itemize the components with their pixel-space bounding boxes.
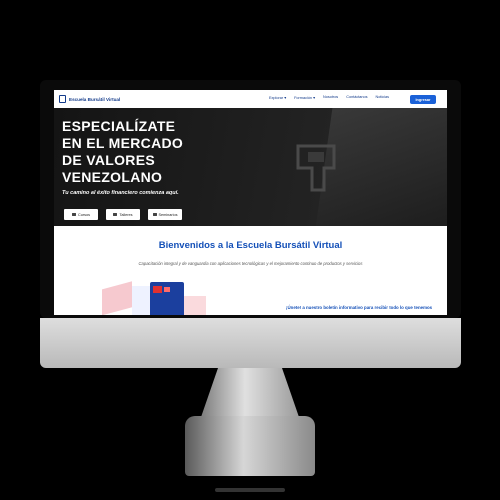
talleres-button[interactable]: Talleres bbox=[106, 209, 140, 220]
seminarios-label: Seminarios bbox=[158, 212, 178, 217]
menu-item-contactanos[interactable]: Contáctanos bbox=[346, 95, 367, 100]
hero-title-line: DE VALORES bbox=[62, 152, 155, 168]
laptop-icon bbox=[113, 213, 118, 216]
monitor-stand-foot bbox=[215, 488, 285, 492]
seminarios-button[interactable]: Seminarios bbox=[148, 209, 182, 220]
finance-illustration bbox=[102, 281, 206, 315]
hero-title-line: ESPECIALÍZATE bbox=[62, 118, 176, 134]
welcome-description: Capacitación integral y de vanguardia co… bbox=[138, 261, 363, 266]
monitor-screen: Escuela Bursátil Virtual Explorar ▾ Form… bbox=[54, 90, 447, 315]
brand-name: Escuela Bursátil Virtual bbox=[69, 96, 121, 102]
monitor-stand-neck bbox=[200, 368, 300, 420]
newsletter-text: ¡Únete! a nuestro boletín informativo pa… bbox=[286, 305, 433, 310]
menu-item-nosotros[interactable]: Nosotros bbox=[323, 95, 338, 100]
hero-buttons: Cursos Talleres Seminarios bbox=[64, 209, 182, 220]
top-navbar: Escuela Bursátil Virtual Explorar ▾ Form… bbox=[54, 90, 447, 108]
hero-title-line: EN EL MERCADO bbox=[62, 135, 184, 151]
presentation-icon bbox=[152, 213, 157, 216]
hero-title: ESPECIALÍZATE EN EL MERCADO DE VALORES V… bbox=[62, 118, 183, 186]
menu-item-formacion[interactable]: Formación ▾ bbox=[294, 95, 315, 100]
site-logo[interactable]: Escuela Bursátil Virtual bbox=[59, 95, 120, 103]
hero-title-line: VENEZOLANO bbox=[62, 169, 163, 185]
menu-item-noticias[interactable]: Noticias bbox=[376, 95, 390, 100]
hero-banner: ESPECIALÍZATE EN EL MERCADO DE VALORES V… bbox=[54, 108, 447, 226]
welcome-title: Bienvenidos a la Escuela Bursátil Virtua… bbox=[158, 240, 343, 251]
cursos-button[interactable]: Cursos bbox=[64, 209, 98, 220]
menu-item-explorar[interactable]: Explorar ▾ bbox=[269, 95, 286, 100]
cursos-label: Cursos bbox=[77, 212, 91, 217]
building-logo-icon bbox=[296, 144, 336, 192]
hero-subtitle: Tu camino al éxito financiero comienza a… bbox=[62, 190, 179, 196]
main-menu: Explorar ▾ Formación ▾ Nosotros Contácta… bbox=[269, 95, 389, 100]
monitor-chin bbox=[40, 318, 461, 368]
book-icon bbox=[71, 213, 76, 216]
monitor-stand-base bbox=[185, 416, 315, 476]
login-button[interactable]: Ingresar bbox=[410, 95, 436, 104]
talleres-label: Talleres bbox=[119, 212, 133, 217]
logo-icon bbox=[59, 95, 66, 103]
